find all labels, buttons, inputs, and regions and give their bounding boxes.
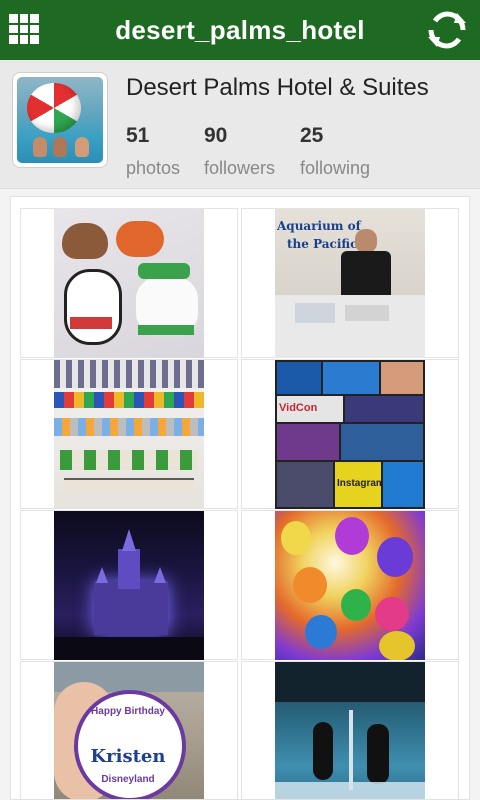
stat-value: 25 (300, 124, 324, 147)
photo-orca-show (275, 662, 425, 799)
stat-label: photos (126, 158, 181, 178)
photo-crafts (54, 360, 204, 509)
top-app-bar: desert_palms_hotel (0, 0, 480, 60)
photo-collage: VidCon Instagram (275, 360, 425, 509)
stat-value: 90 (204, 124, 228, 147)
photo-caption: Kristen (90, 746, 166, 767)
photo-tile[interactable] (20, 359, 238, 509)
photo-caption: Disneyland (101, 774, 155, 785)
stat-photos[interactable]: 51 photos (126, 124, 180, 179)
photo-tile[interactable] (20, 510, 238, 660)
photo-caption: VidCon (279, 402, 318, 414)
photo-tile[interactable] (20, 208, 238, 358)
photo-tile[interactable] (241, 510, 459, 660)
photo-grid: Aquarium of the Pacific VidCon Instagram… (10, 196, 470, 800)
stat-label: followers (204, 158, 276, 178)
child-figure (75, 137, 89, 157)
avatar[interactable] (12, 72, 108, 168)
photo-tile[interactable] (241, 661, 459, 799)
photo-caption: Happy Birthday (91, 706, 165, 717)
stat-label: following (300, 158, 371, 178)
refresh-icon[interactable] (426, 9, 468, 51)
app-title: desert_palms_hotel (115, 15, 365, 45)
photo-caption: Instagram (337, 478, 385, 489)
profile-header: Desert Palms Hotel & Suites 51 photos 90… (0, 60, 480, 189)
child-figure (53, 137, 67, 157)
photo-balloons (275, 511, 425, 660)
photo-castle (54, 511, 204, 660)
beach-ball-graphic (27, 83, 81, 133)
photo-tile[interactable]: VidCon Instagram (241, 359, 459, 509)
photo-caption: Aquarium of (277, 219, 361, 233)
photo-ornaments (54, 209, 204, 358)
profile-name: Desert Palms Hotel & Suites (126, 74, 429, 101)
photo-aquarium-booth: Aquarium of the Pacific (275, 209, 425, 358)
photo-birthday-button: Happy Birthday Kristen Disneyland (54, 662, 204, 799)
avatar-image (17, 77, 103, 163)
child-figure (33, 137, 47, 157)
stat-following[interactable]: 25 following (300, 124, 370, 179)
photo-caption: the Pacific (287, 237, 358, 251)
photo-tile[interactable]: Aquarium of the Pacific (241, 208, 459, 358)
photo-tile[interactable]: Happy Birthday Kristen Disneyland (20, 661, 238, 799)
stat-followers[interactable]: 90 followers (204, 124, 275, 179)
stat-value: 51 (126, 124, 150, 147)
